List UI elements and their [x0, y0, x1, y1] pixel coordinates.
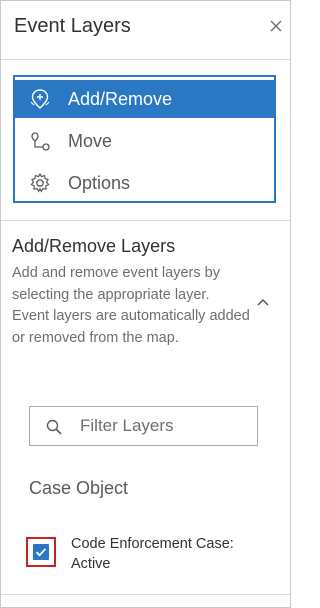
search-icon: [45, 418, 63, 436]
move-icon: [29, 130, 51, 152]
layer-checkbox[interactable]: [26, 537, 56, 567]
group-title: Case Object: [29, 478, 129, 498]
menu-item-label: Move: [68, 131, 113, 151]
layer-label[interactable]: Code Enforcement Case: Active: [71, 534, 271, 574]
add-remove-icon: [29, 88, 51, 110]
menu-divider: [1, 220, 290, 221]
section-title: Add/Remove Layers: [12, 236, 176, 256]
bottom-divider: [1, 594, 290, 595]
menu-item-options[interactable]: Options: [15, 164, 274, 202]
chevron-up-icon[interactable]: [255, 295, 271, 311]
close-icon[interactable]: [267, 17, 285, 35]
layer-menu: Add/Remove Move Options: [13, 75, 276, 203]
checkbox-checked: [33, 544, 49, 560]
check-icon: [35, 548, 47, 557]
menu-item-add-remove[interactable]: Add/Remove: [15, 80, 274, 118]
menu-item-label: Add/Remove: [68, 89, 173, 109]
event-layers-panel: Event Layers Add/Remove Move Options Add…: [0, 0, 291, 608]
header-divider: [1, 59, 290, 60]
filter-layers-input[interactable]: [80, 413, 250, 439]
menu-item-move[interactable]: Move: [15, 122, 274, 160]
panel-title: Event Layers: [14, 15, 131, 37]
gear-icon: [29, 172, 51, 194]
filter-layers-field[interactable]: [29, 406, 258, 446]
panel-header: Event Layers: [1, 1, 290, 59]
menu-item-label: Options: [68, 173, 131, 193]
section-description: Add and remove event layers by selecting…: [12, 265, 250, 346]
